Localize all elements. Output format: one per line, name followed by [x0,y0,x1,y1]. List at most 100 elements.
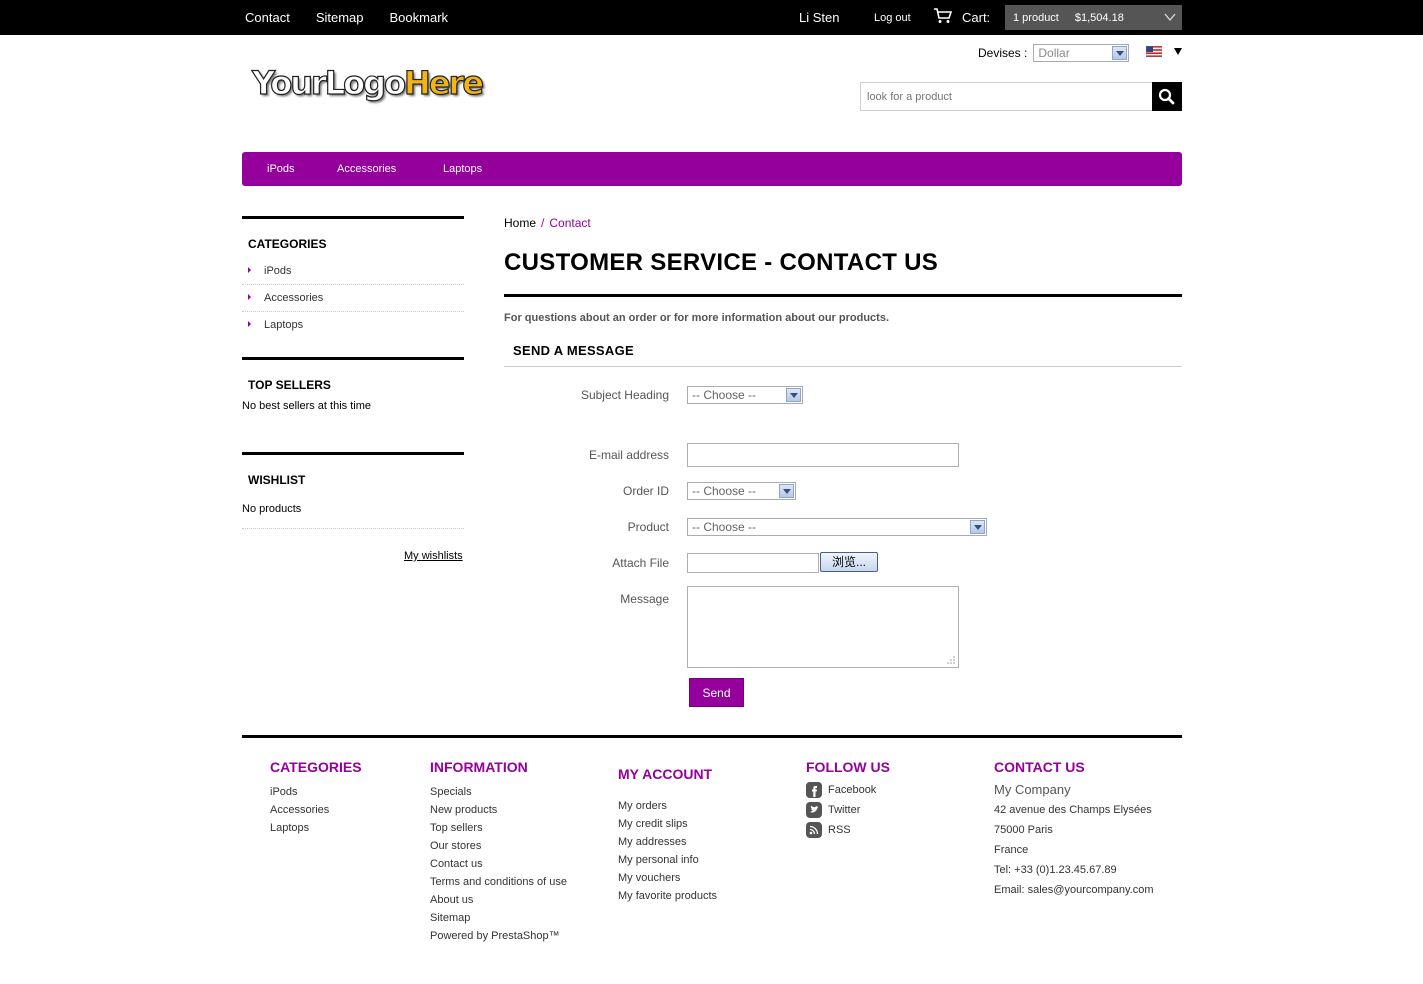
footer-link[interactable]: Accessories [270,801,362,819]
language-dropdown-icon[interactable] [1173,47,1183,56]
footer-link[interactable]: My vouchers [618,869,717,887]
footer-link[interactable]: Our stores [430,837,567,855]
menu-item-accessories[interactable]: Accessories [337,163,396,175]
footer-categories-title: CATEGORIES [270,759,362,775]
footer-link[interactable]: New products [430,801,567,819]
search-input[interactable] [861,83,1151,110]
category-item-laptops[interactable]: Laptops [242,312,464,339]
cart-label: Cart: [962,10,991,25]
bullet-arrow-icon [248,294,251,300]
order-id-select[interactable]: -- Choose -- [687,482,796,500]
currency-select[interactable]: Dollar [1033,44,1130,62]
address-line: 75000 Paris [994,824,1053,836]
contact-link[interactable]: Contact [245,10,290,25]
address-line: France [994,844,1029,856]
category-item-accessories[interactable]: Accessories [242,285,464,312]
footer-divider [242,735,1182,738]
product-label: Product [627,520,669,534]
rss-icon [806,822,822,838]
divider [242,528,464,529]
currency-label: Devises : [978,46,1028,60]
search-button[interactable] [1152,82,1182,111]
cart-total: $1,504.18 [1074,11,1124,24]
footer-link[interactable]: iPods [270,783,362,801]
footer-link[interactable]: Sitemap [430,909,567,927]
send-button[interactable]: Send [689,678,744,707]
footer-link[interactable]: My orders [618,797,717,815]
logout-link[interactable]: Log out [874,12,911,24]
cart-summary-dropdown[interactable]: 1 product $1,504.18 [1005,5,1182,30]
footer-link[interactable]: Powered by PrestaShop™ [430,927,567,945]
product-select[interactable]: -- Choose -- [687,518,987,536]
bookmark-link[interactable]: Bookmark [390,10,449,25]
wishlist-title: WISHLIST [248,473,306,487]
twitter-label: Twitter [828,804,861,816]
twitter-icon [806,802,822,818]
phone-line: Tel: +33 (0)1.23.45.67.89 [994,864,1117,876]
footer-contact-us: CONTACT US My Company 42 avenue des Cham… [994,759,1154,900]
footer-link[interactable]: Top sellers [430,819,567,837]
order-id-value: -- Choose -- [692,484,757,498]
email-field[interactable] [687,443,959,467]
us-flag-icon[interactable] [1146,46,1162,57]
wishlist-empty: No products [242,503,302,515]
facebook-link[interactable]: Facebook [806,780,890,800]
user-account-link[interactable]: Li Sten [799,10,839,25]
dropdown-arrow-icon [970,520,985,534]
breadcrumb-home[interactable]: Home [504,216,536,230]
product-value: -- Choose -- [692,520,757,534]
footer-information-title: INFORMATION [430,759,528,775]
divider [504,366,1182,367]
footer-categories: CATEGORIES iPods Accessories Laptops [270,759,362,837]
footer-link[interactable]: Terms and conditions of use [430,873,567,891]
message-textarea[interactable] [687,586,959,668]
categories-list: iPods Accessories Laptops [242,258,464,339]
footer-link[interactable]: My addresses [618,833,717,851]
subject-value: -- Choose -- [692,388,757,402]
category-label: Laptops [264,319,304,331]
form-title: SEND A MESSAGE [513,343,634,358]
footer-link[interactable]: Laptops [270,819,362,837]
chevron-down-icon [1164,13,1176,22]
menu-item-laptops[interactable]: Laptops [443,163,482,175]
category-item-ipods[interactable]: iPods [242,258,464,285]
dropdown-arrow-icon [786,388,801,402]
logo-text-part2: Here [403,63,484,102]
menu-item-ipods[interactable]: iPods [267,163,295,175]
subject-select[interactable]: -- Choose -- [687,386,803,404]
footer-link[interactable]: My personal info [618,851,717,869]
sitemap-link[interactable]: Sitemap [316,10,364,25]
dropdown-arrow-icon [779,484,794,498]
rss-link[interactable]: RSS [806,820,890,840]
top-sellers-title: TOP SELLERS [248,378,331,392]
footer-contact-title: CONTACT US [994,759,1085,775]
breadcrumb: Home / Contact [504,216,591,230]
footer-link[interactable]: About us [430,891,567,909]
resize-handle-icon[interactable] [946,655,955,664]
my-wishlists-link[interactable]: My wishlists [404,550,463,562]
address-line: 42 avenue des Champs Elysées [994,804,1152,816]
dropdown-arrow-icon [1112,46,1128,60]
category-label: Accessories [264,292,324,304]
cart-icon[interactable] [933,8,953,24]
footer-link[interactable]: Contact us [430,855,567,873]
divider [504,294,1182,297]
currency-value: Dollar [1038,46,1070,60]
footer-link[interactable]: My favorite products [618,887,717,905]
browse-button[interactable]: 浏览... [820,552,878,572]
subject-label: Subject Heading [580,388,669,402]
twitter-link[interactable]: Twitter [806,800,890,820]
footer-link[interactable]: My credit slips [618,815,717,833]
email-line[interactable]: Email: sales@yourcompany.com [994,880,1154,900]
footer-link[interactable]: Specials [430,783,567,801]
categories-block: CATEGORIES iPods Accessories Laptops [242,216,464,334]
file-path-field[interactable] [687,553,819,573]
category-label: iPods [264,265,292,277]
top-sellers-block: TOP SELLERS No best sellers at this time [242,357,464,427]
cart-quantity: 1 product [1013,11,1059,24]
footer-account-title: MY ACCOUNT [618,766,713,782]
breadcrumb-separator: / [541,216,545,230]
attach-file-label: Attach File [612,556,669,570]
order-id-label: Order ID [622,484,669,498]
site-logo[interactable]: YourLogoHere [251,63,484,102]
